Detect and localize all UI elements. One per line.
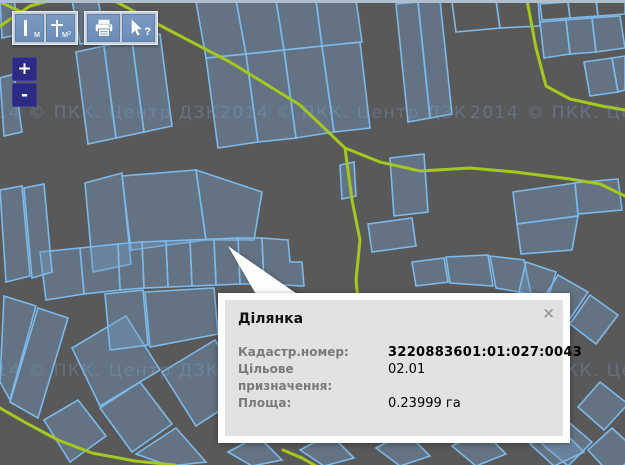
zoom-in-button[interactable]: +	[12, 57, 37, 81]
parcel-polygon[interactable]	[452, 0, 500, 32]
parcel-polygon[interactable]	[566, 18, 596, 54]
parcel-polygon[interactable]	[276, 0, 322, 50]
parcel-polygon[interactable]	[368, 218, 416, 252]
field-row-designation: Цільове призначення: 02.01	[238, 361, 550, 395]
popup-title: Ділянка	[238, 311, 550, 327]
parcel-polygon[interactable]	[412, 258, 448, 286]
parcel-polygon[interactable]	[316, 0, 362, 46]
measure-length-unit-label: м	[34, 30, 40, 39]
print-button[interactable]	[87, 14, 120, 42]
parcel-polygon[interactable]	[578, 382, 625, 430]
field-label: Цільове призначення:	[238, 361, 388, 395]
cadastral-number-value: 3220883601:01:027:0043	[388, 344, 582, 361]
measure-area-unit-label: м²	[62, 30, 71, 39]
popup-callout-tail	[210, 238, 310, 298]
actions-toolbar: ?	[84, 11, 158, 45]
field-label: Кадастр.номер:	[238, 344, 388, 361]
parcel-polygon[interactable]	[105, 290, 148, 350]
parcel-polygon[interactable]	[592, 16, 625, 52]
ruler-icon	[24, 20, 27, 36]
parcel-polygon[interactable]	[540, 20, 570, 58]
popup-fields: Кадастр.номер: 3220883601:01:027:0043 Ці…	[238, 344, 550, 412]
parcel-polygon[interactable]	[446, 255, 493, 286]
field-row-cadastral-number: Кадастр.номер: 3220883601:01:027:0043	[238, 344, 550, 361]
parcel-polygon[interactable]	[540, 2, 570, 20]
parcel-polygon[interactable]	[142, 241, 168, 288]
zoom-controls: + -	[12, 57, 37, 107]
printer-icon	[93, 17, 115, 39]
field-label: Площа:	[238, 395, 388, 412]
measure-length-button[interactable]: м	[15, 14, 44, 42]
map-top-border	[0, 0, 625, 3]
area-value: 0.23999 га	[388, 395, 461, 412]
popup-body: Ділянка × Кадастр.номер: 3220883601:01:0…	[225, 300, 563, 436]
parcel-polygon[interactable]	[196, 170, 262, 240]
identify-button[interactable]: ?	[122, 14, 155, 42]
parcel-polygon[interactable]	[118, 242, 144, 290]
measure-toolbar: м м²	[12, 11, 78, 45]
cursor-arrow-icon	[125, 18, 145, 38]
parcel-polygon[interactable]	[496, 0, 540, 28]
field-row-area: Площа: 0.23999 га	[238, 395, 550, 412]
parcel-polygon[interactable]	[122, 170, 206, 250]
parcel-polygon[interactable]	[80, 244, 120, 294]
map-viewer: 2014 © ПКК. Центр ДЗК2014 © ПКК. Центр Д…	[0, 0, 625, 465]
designation-value: 02.01	[388, 361, 425, 395]
measure-area-button[interactable]: м²	[46, 14, 75, 42]
parcel-polygon[interactable]	[145, 288, 218, 347]
parcel-info-popup: Ділянка × Кадастр.номер: 3220883601:01:0…	[218, 293, 570, 443]
close-icon[interactable]: ×	[542, 306, 555, 320]
zoom-out-button[interactable]: -	[12, 83, 37, 107]
parcel-polygon[interactable]	[588, 428, 625, 465]
help-question-label: ?	[144, 26, 151, 38]
parcel-polygon[interactable]	[166, 240, 192, 287]
parcel-polygon[interactable]	[390, 154, 428, 216]
